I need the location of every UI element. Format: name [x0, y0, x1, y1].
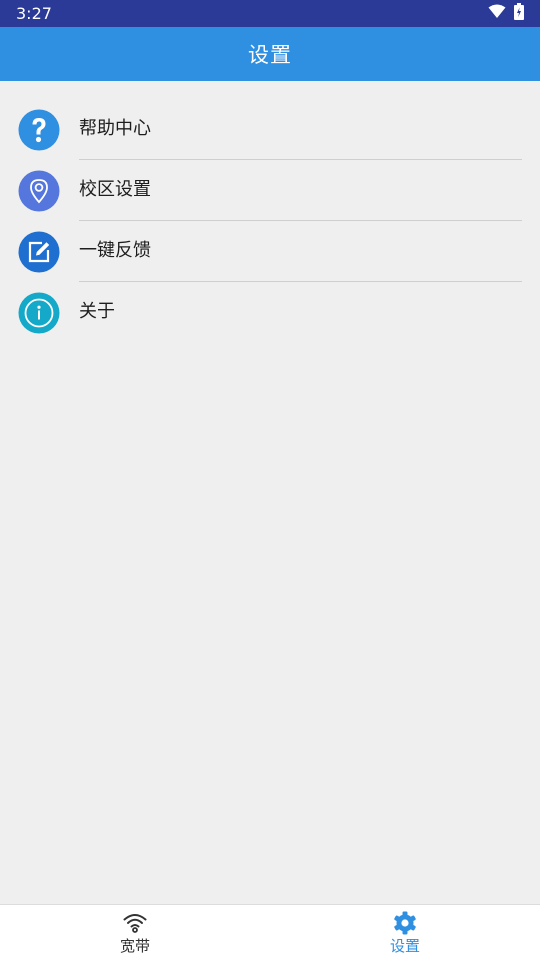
location-pin-icon: [18, 170, 60, 212]
wifi-icon: [488, 4, 506, 23]
bottom-navigation: 宽带 设置: [0, 904, 540, 960]
settings-item-label: 一键反馈: [79, 240, 151, 261]
settings-item-feedback[interactable]: 一键反馈: [0, 221, 540, 282]
status-bar: 3:27: [0, 0, 540, 27]
settings-item-label: 帮助中心: [79, 118, 151, 139]
battery-icon: [514, 3, 524, 24]
status-icons: [488, 3, 524, 24]
gear-icon: [392, 910, 418, 936]
settings-item-campus-settings[interactable]: 校区设置: [0, 160, 540, 221]
status-time: 3:27: [16, 4, 52, 23]
wifi-icon: [122, 910, 148, 936]
settings-item-label: 校区设置: [79, 179, 151, 200]
tab-label: 设置: [389, 937, 420, 955]
tab-broadband[interactable]: 宽带: [0, 905, 270, 960]
settings-item-help-center[interactable]: 帮助中心: [0, 99, 540, 160]
settings-screen: 3:27 设置 帮助中心 校区设置 一键反馈 关于 宽带 设置: [0, 0, 540, 960]
info-icon: [18, 292, 60, 334]
settings-list: 帮助中心 校区设置 一键反馈 关于: [0, 99, 540, 343]
page-title: 设置: [248, 43, 292, 67]
tab-label: 宽带: [119, 937, 150, 955]
help-icon: [18, 109, 60, 151]
settings-item-label: 关于: [79, 301, 115, 322]
tab-settings[interactable]: 设置: [270, 905, 540, 960]
edit-feedback-icon: [18, 231, 60, 273]
app-bar: 设置: [0, 27, 540, 81]
settings-item-about[interactable]: 关于: [0, 282, 540, 343]
